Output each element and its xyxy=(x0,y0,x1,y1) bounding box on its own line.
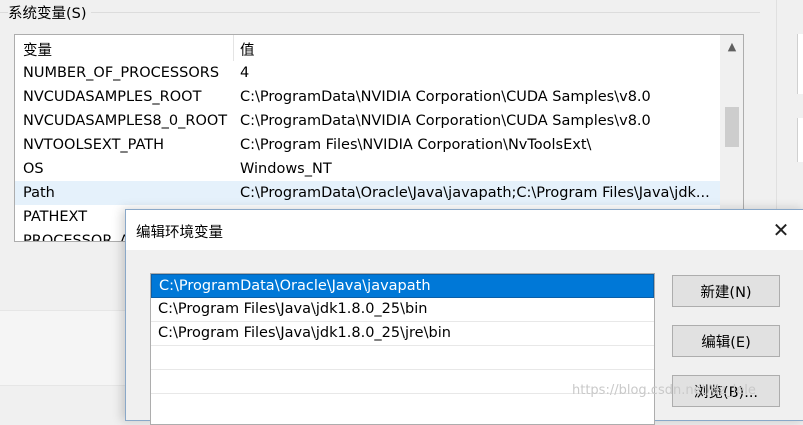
chevron-up-icon[interactable]: ▲ xyxy=(721,35,743,57)
group-divider xyxy=(0,12,760,13)
row-variable: OS xyxy=(23,161,44,177)
watermark-text: https://blog.csdn.net/dz_lele xyxy=(572,383,756,398)
dialog-titlebar[interactable]: 编辑环境变量 ✕ xyxy=(126,210,803,250)
row-variable: PROCESSOR_A xyxy=(23,233,130,242)
column-header-variable[interactable]: 变量 xyxy=(23,39,52,60)
path-entry-selected[interactable]: C:\ProgramData\Oracle\Java\javapath xyxy=(151,274,654,298)
column-header-value[interactable]: 值 xyxy=(240,39,255,60)
table-row[interactable]: OS Windows_NT xyxy=(15,157,721,181)
row-variable: Path xyxy=(23,185,55,201)
row-value: C:\ProgramData\NVIDIA Corporation\CUDA S… xyxy=(240,89,651,105)
row-variable: NVTOOLSEXT_PATH xyxy=(23,137,165,153)
row-value: C:\ProgramData\Oracle\Java\javapath;C:\P… xyxy=(240,185,710,201)
row-value: 4 xyxy=(240,65,250,81)
path-entry-text: C:\Program Files\Java\jdk1.8.0_25\bin xyxy=(158,301,428,317)
row-variable: PATHEXT xyxy=(23,209,88,225)
table-row[interactable]: NVTOOLSEXT_PATH C:\Program Files\NVIDIA … xyxy=(15,133,721,157)
table-row[interactable]: NVCUDASAMPLES_ROOT C:\ProgramData\NVIDIA… xyxy=(15,85,721,109)
background-control xyxy=(797,118,803,162)
path-entry-text: C:\Program Files\Java\jdk1.8.0_25\jre\bi… xyxy=(158,325,451,341)
row-value: Windows_NT xyxy=(240,161,332,177)
path-entries-list[interactable]: C:\ProgramData\Oracle\Java\javapath C:\P… xyxy=(150,273,655,425)
row-variable: NVCUDASAMPLES_ROOT xyxy=(23,89,202,105)
row-value: C:\Program Files\NVIDIA Corporation\NvTo… xyxy=(240,137,592,153)
close-icon[interactable]: ✕ xyxy=(758,210,803,250)
table-row-path-selected[interactable]: Path C:\ProgramData\Oracle\Java\javapath… xyxy=(15,181,721,205)
row-variable: NVCUDASAMPLES8_0_ROOT xyxy=(23,113,228,129)
row-variable: NUMBER_OF_PROCESSORS xyxy=(23,65,220,81)
table-row[interactable]: NUMBER_OF_PROCESSORS 4 xyxy=(15,61,721,85)
row-value: C:\ProgramData\NVIDIA Corporation\CUDA S… xyxy=(240,113,651,129)
path-entry[interactable]: C:\Program Files\Java\jdk1.8.0_25\bin xyxy=(151,298,654,322)
path-entry-text: C:\ProgramData\Oracle\Java\javapath xyxy=(159,278,431,294)
path-entry[interactable]: C:\Program Files\Java\jdk1.8.0_25\jre\bi… xyxy=(151,322,654,346)
scrollbar-thumb[interactable] xyxy=(725,107,739,147)
background-panel xyxy=(0,310,128,386)
path-entry-empty[interactable] xyxy=(151,346,654,370)
system-variables-title: 系统变量(S) xyxy=(8,2,91,23)
new-button[interactable]: 新建(N) xyxy=(672,275,780,307)
table-row[interactable]: NVCUDASAMPLES8_0_ROOT C:\ProgramData\NVI… xyxy=(15,109,721,133)
table-header: 变量 值 xyxy=(15,35,721,61)
dialog-title: 编辑环境变量 xyxy=(136,225,223,241)
background-control xyxy=(797,34,803,94)
edit-button[interactable]: 编辑(E) xyxy=(672,325,780,357)
header-divider[interactable] xyxy=(233,35,234,61)
